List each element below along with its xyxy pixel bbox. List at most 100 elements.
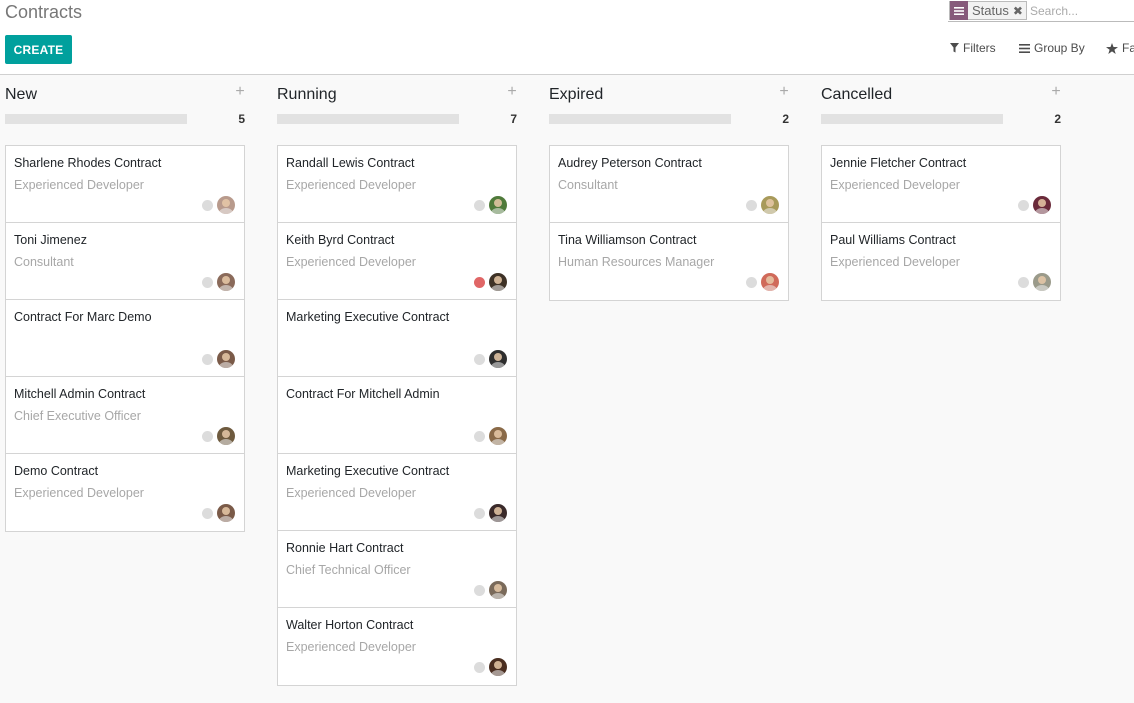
card-title: Sharlene Rhodes Contract — [14, 156, 162, 170]
column-count: 7 — [510, 112, 517, 126]
status-dot[interactable] — [474, 508, 485, 519]
avatar — [489, 504, 507, 522]
contract-card[interactable]: Jennie Fletcher Contract Experienced Deve… — [822, 146, 1060, 223]
avatar — [489, 427, 507, 445]
avatar — [489, 350, 507, 368]
card-list: Jennie Fletcher Contract Experienced Deve… — [821, 145, 1061, 301]
status-dot[interactable] — [746, 277, 757, 288]
status-dot[interactable] — [474, 200, 485, 211]
plus-icon[interactable]: + — [778, 84, 790, 100]
contract-card[interactable]: Ronnie Hart Contract Chief Technical Offi… — [278, 531, 516, 608]
card-list: Sharlene Rhodes Contract Experienced Deve… — [5, 145, 245, 532]
facet-value: Status — [972, 3, 1009, 18]
card-subtitle: Human Resources Manager — [558, 255, 715, 269]
contract-card[interactable]: Marketing Executive Contract Experienced … — [278, 454, 516, 531]
avatar — [217, 504, 235, 522]
card-title: Toni Jimenez — [14, 233, 87, 247]
card-title: Jennie Fletcher Contract — [830, 156, 967, 170]
avatar — [217, 350, 235, 368]
status-dot[interactable] — [1018, 200, 1029, 211]
column-count: 2 — [1054, 112, 1061, 126]
contract-card[interactable]: Paul Williams Contract Experienced Develo… — [822, 223, 1060, 300]
favorites-button[interactable]: Fa — [1106, 41, 1134, 55]
status-dot[interactable] — [474, 585, 485, 596]
column-title[interactable]: Running — [277, 86, 337, 104]
star-icon — [1106, 42, 1118, 54]
contract-card[interactable]: Audrey Peterson Contract Consultant — [550, 146, 788, 223]
card-subtitle: Experienced Developer — [14, 486, 144, 500]
bars-icon — [1019, 43, 1030, 53]
avatar — [761, 273, 779, 291]
card-title: Marketing Executive Contract — [286, 310, 450, 324]
contract-card[interactable]: Walter Horton Contract Experienced Develo… — [278, 608, 516, 685]
close-icon[interactable]: ✖ — [1013, 4, 1026, 18]
avatar — [489, 273, 507, 291]
contract-card[interactable]: Demo Contract Experienced Developer — [6, 454, 244, 531]
status-dot[interactable] — [474, 354, 485, 365]
plus-icon[interactable]: + — [506, 84, 518, 100]
contract-card[interactable]: Contract For Marc Demo — [6, 300, 244, 377]
search-input[interactable] — [1030, 1, 1134, 20]
groupby-button[interactable]: Group By — [1019, 41, 1085, 55]
card-list: Randall Lewis Contract Experienced Develo… — [277, 145, 517, 686]
contract-card[interactable]: Keith Byrd Contract Experienced Developer — [278, 223, 516, 300]
card-subtitle: Experienced Developer — [286, 486, 416, 500]
create-button[interactable]: CREATE — [5, 35, 72, 64]
filters-label: Filters — [963, 41, 996, 55]
status-dot[interactable] — [1018, 277, 1029, 288]
card-title: Tina Williamson Contract — [558, 233, 697, 247]
column-title[interactable]: Expired — [549, 86, 603, 104]
group-by-icon — [950, 1, 968, 20]
avatar — [1033, 196, 1051, 214]
card-title: Randall Lewis Contract — [286, 156, 415, 170]
status-dot[interactable] — [474, 431, 485, 442]
column-progress-bar[interactable] — [277, 114, 459, 124]
card-title: Marketing Executive Contract — [286, 464, 450, 478]
search-box: Status ✖ — [948, 0, 1134, 22]
plus-icon[interactable]: + — [234, 84, 246, 100]
plus-icon[interactable]: + — [1050, 84, 1062, 100]
card-subtitle: Experienced Developer — [286, 178, 416, 192]
card-subtitle: Experienced Developer — [830, 255, 960, 269]
filter-icon — [950, 43, 959, 53]
column-progress-bar[interactable] — [821, 114, 1003, 124]
column-count: 2 — [782, 112, 789, 126]
card-subtitle: Experienced Developer — [286, 640, 416, 654]
column-title[interactable]: Cancelled — [821, 86, 892, 104]
search-facet[interactable]: Status ✖ — [949, 1, 1027, 20]
card-title: Audrey Peterson Contract — [558, 156, 702, 170]
contract-card[interactable]: Randall Lewis Contract Experienced Develo… — [278, 146, 516, 223]
status-dot[interactable] — [202, 431, 213, 442]
status-dot[interactable] — [202, 200, 213, 211]
status-dot[interactable] — [746, 200, 757, 211]
contract-card[interactable]: Tina Williamson Contract Human Resources … — [550, 223, 788, 300]
card-title: Ronnie Hart Contract — [286, 541, 404, 555]
breadcrumb[interactable]: Contracts — [5, 2, 82, 23]
contract-card[interactable]: Marketing Executive Contract — [278, 300, 516, 377]
card-title: Mitchell Admin Contract — [14, 387, 146, 401]
card-title: Walter Horton Contract — [286, 618, 414, 632]
contract-card[interactable]: Mitchell Admin Contract Chief Executive O… — [6, 377, 244, 454]
card-subtitle: Consultant — [558, 178, 618, 192]
column-progress-bar[interactable] — [549, 114, 731, 124]
contract-card[interactable]: Toni Jimenez Consultant — [6, 223, 244, 300]
contract-card[interactable]: Sharlene Rhodes Contract Experienced Deve… — [6, 146, 244, 223]
card-subtitle: Experienced Developer — [14, 178, 144, 192]
card-subtitle: Chief Technical Officer — [286, 563, 411, 577]
status-dot[interactable] — [202, 354, 213, 365]
contract-card[interactable]: Contract For Mitchell Admin — [278, 377, 516, 454]
avatar — [1033, 273, 1051, 291]
groupby-label: Group By — [1034, 41, 1085, 55]
status-dot[interactable] — [474, 662, 485, 673]
status-dot[interactable] — [202, 508, 213, 519]
card-title: Contract For Marc Demo — [14, 310, 152, 324]
card-subtitle: Experienced Developer — [830, 178, 960, 192]
filters-button[interactable]: Filters — [950, 41, 996, 55]
avatar — [489, 658, 507, 676]
column-progress-bar[interactable] — [5, 114, 187, 124]
column-title[interactable]: New — [5, 86, 37, 104]
card-title: Keith Byrd Contract — [286, 233, 395, 247]
control-panel: Contracts CREATE Status ✖ Filters Group … — [0, 0, 1134, 75]
status-dot[interactable] — [474, 277, 485, 288]
status-dot[interactable] — [202, 277, 213, 288]
